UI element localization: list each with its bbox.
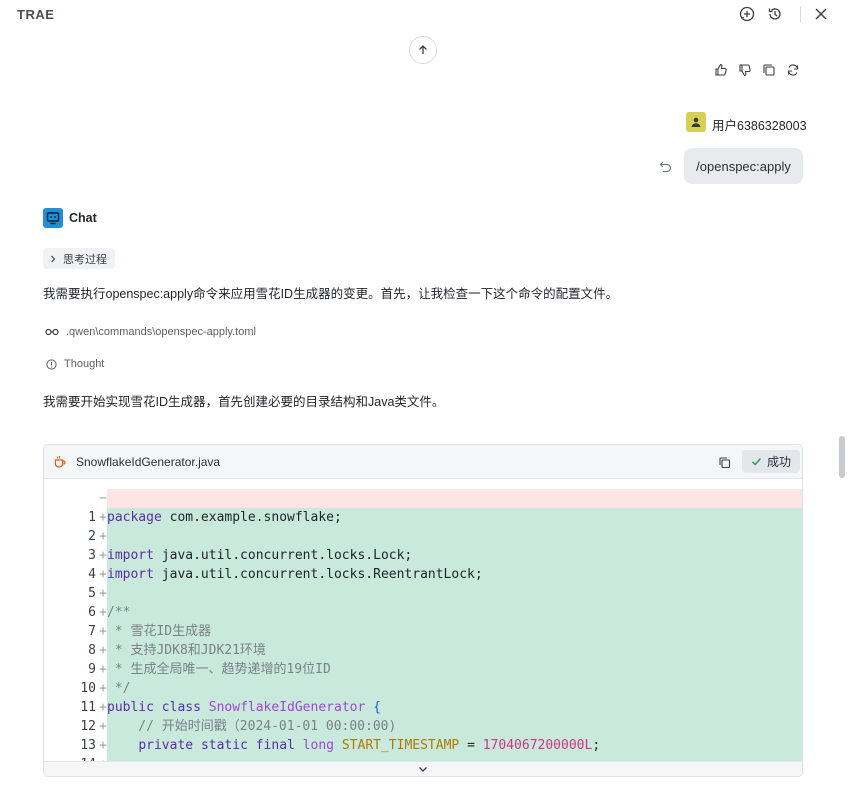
user-name: 用户6386328003 <box>712 119 807 133</box>
code-line: 3 + import java.util.concurrent.locks.Lock… <box>44 546 802 565</box>
expand-code-button[interactable] <box>44 761 802 776</box>
code-text: package com.example.snowflake; <box>107 508 802 527</box>
code-line: 6 +/** <box>44 603 802 622</box>
scrollbar-thumb[interactable] <box>839 436 845 478</box>
chat-bot-icon <box>46 212 60 225</box>
line-number: 9 <box>88 662 96 677</box>
copy-icon <box>718 456 730 468</box>
code-filename: SnowflakeIdGenerator.java <box>76 455 221 469</box>
line-number: 8 <box>88 643 96 658</box>
chevron-down-icon <box>419 767 427 772</box>
code-line: 5 + <box>44 584 802 603</box>
file-reference-path: .qwen\commands\openspec-apply.toml <box>66 326 256 338</box>
thought-indicator[interactable]: Thought <box>46 358 104 370</box>
code-text: public class SnowflakeIdGenerator { <box>107 698 802 717</box>
thumbs-down-icon[interactable] <box>736 62 754 78</box>
code-line: 8 + * 支持JDK8和JDK21环境 <box>44 641 802 660</box>
code-line: 11 + public class SnowflakeIdGenerator { <box>44 698 802 717</box>
code-block-header: SnowflakeIdGenerator.java 成功 <box>44 445 802 479</box>
thinking-label: 思考过程 <box>63 253 107 266</box>
assistant-paragraph-2: 我需要开始实现雪花ID生成器，首先创建必要的目录结构和Java类文件。 <box>43 395 445 409</box>
app-title: TRAE <box>17 7 55 22</box>
glasses-icon <box>45 328 59 336</box>
code-text: /** <box>107 603 802 622</box>
java-cup-icon <box>54 456 66 468</box>
add-chat-icon[interactable] <box>737 4 757 24</box>
code-text: * 生成全局唯一、趋势递增的19位ID <box>107 660 802 679</box>
status-badge[interactable]: 成功 <box>742 450 800 473</box>
code-body: −1 + package com.example.snowflake; 2 +3 + imp… <box>44 489 802 761</box>
code-block: SnowflakeIdGenerator.java 成功 −1 + package … <box>43 444 803 777</box>
file-reference[interactable]: .qwen\commands\openspec-apply.toml <box>45 326 256 338</box>
close-icon[interactable] <box>811 4 831 24</box>
code-line: 4 + import java.util.concurrent.locks.Reen… <box>44 565 802 584</box>
info-icon <box>46 358 57 370</box>
code-text: private static final long START_TIMESTAM… <box>107 736 802 755</box>
line-number: 11 <box>80 700 96 715</box>
code-text <box>107 527 802 546</box>
line-number: 10 <box>80 681 96 696</box>
line-number: 4 <box>88 567 96 582</box>
history-icon[interactable] <box>765 4 785 24</box>
code-text <box>107 584 802 603</box>
refresh-icon[interactable] <box>784 62 802 78</box>
chevron-right-icon <box>51 255 56 262</box>
assistant-name: Chat <box>69 211 97 225</box>
code-text: // 开始时间戳（2024-01-01 00:00:00) <box>107 717 802 736</box>
scroll-up-button[interactable] <box>409 36 437 64</box>
code-line: 1 + package com.example.snowflake; <box>44 508 802 527</box>
line-number: 13 <box>80 738 96 753</box>
line-number: 5 <box>88 586 96 601</box>
thought-label: Thought <box>64 358 105 370</box>
code-line: 7 + * 雪花ID生成器 <box>44 622 802 641</box>
thumbs-up-icon[interactable] <box>712 62 730 78</box>
code-text: import java.util.concurrent.locks.Lock; <box>107 546 802 565</box>
code-text: import java.util.concurrent.locks.Reentr… <box>107 565 802 584</box>
code-line: 2 + <box>44 527 802 546</box>
copy-code-button[interactable] <box>714 452 734 472</box>
titlebar-divider <box>800 6 801 22</box>
copy-icon[interactable] <box>760 62 778 78</box>
code-line: 13 + private static final long START_TIME… <box>44 736 802 755</box>
user-icon <box>691 117 701 127</box>
code-text: */ <box>107 679 802 698</box>
code-line: 12 + // 开始时间戳（2024-01-01 00:00:00) <box>44 717 802 736</box>
code-text: * 雪花ID生成器 <box>107 622 802 641</box>
code-line-removed: − <box>44 489 802 508</box>
user-avatar <box>686 112 706 132</box>
line-number: 12 <box>80 719 96 734</box>
thinking-process-toggle[interactable]: 思考过程 <box>43 248 115 269</box>
line-number: 2 <box>88 529 96 544</box>
chat-avatar <box>43 208 63 228</box>
line-number: 6 <box>88 605 96 620</box>
line-number: 1 <box>88 510 96 525</box>
undo-icon[interactable] <box>657 158 673 174</box>
arrow-up-icon <box>419 45 427 54</box>
code-line: 10 + */ <box>44 679 802 698</box>
code-text: * 支持JDK8和JDK21环境 <box>107 641 802 660</box>
line-number: 3 <box>88 548 96 563</box>
line-number: 7 <box>88 624 96 639</box>
code-line: 9 + * 生成全局唯一、趋势递增的19位ID <box>44 660 802 679</box>
user-message-bubble: /openspec:apply <box>684 148 803 184</box>
status-label: 成功 <box>766 455 791 469</box>
assistant-paragraph-1: 我需要执行openspec:apply命令来应用雪花ID生成器的变更。首先，让我… <box>43 287 619 301</box>
check-icon <box>751 458 762 466</box>
